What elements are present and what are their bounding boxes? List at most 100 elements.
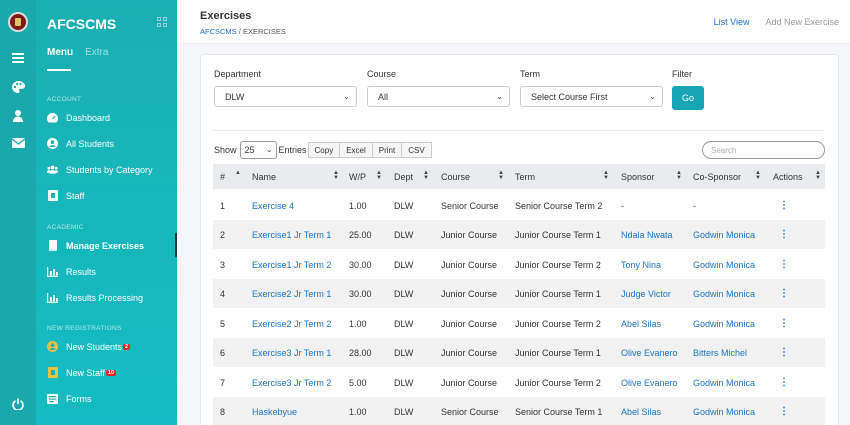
sidebar-item-results[interactable]: Results <box>47 266 96 277</box>
column-header-sponsor[interactable]: Sponsor <box>621 164 655 189</box>
hamburger-menu-icon[interactable] <box>0 48 36 68</box>
section-new-registrations: NEW REGISTRATIONS <box>47 325 122 332</box>
row-actions-menu-icon[interactable]: ⋮ <box>779 259 789 270</box>
cosponsor-link[interactable]: Godwin Monica <box>693 407 755 417</box>
csv-button[interactable]: CSV <box>402 142 432 158</box>
sidebar-item-staff[interactable]: Staff <box>47 190 84 201</box>
term-select[interactable]: Select Course First ⌄ <box>520 86 663 107</box>
breadcrumb-separator: / <box>238 27 241 36</box>
cell-term: Junior Course Term 1 <box>515 347 601 358</box>
sponsor-link[interactable]: Abel Silas <box>621 407 661 417</box>
apps-grid-icon[interactable] <box>157 17 167 27</box>
row-actions-menu-icon[interactable]: ⋮ <box>779 406 789 417</box>
row-actions-menu-icon[interactable]: ⋮ <box>779 347 789 358</box>
cosponsor-link[interactable]: Godwin Monica <box>693 289 755 299</box>
column-header-wp[interactable]: W/P <box>349 164 366 189</box>
active-item-indicator <box>175 233 177 257</box>
sponsor-link[interactable]: Abel Silas <box>621 319 661 329</box>
sidebar-item-label: Forms <box>66 393 92 404</box>
cosponsor-link[interactable]: Godwin Monica <box>693 319 755 329</box>
sort-icon: ▲ ▼ <box>755 170 761 181</box>
sidebar-item-results-processing[interactable]: Results Processing <box>47 292 143 303</box>
cosponsor-link[interactable]: Godwin Monica <box>693 230 755 240</box>
sidebar-item-new-staff[interactable]: New Staff 10 <box>47 367 116 378</box>
excel-button[interactable]: Excel <box>340 142 373 158</box>
row-actions-menu-icon[interactable]: ⋮ <box>779 318 789 329</box>
copy-button[interactable]: Copy <box>307 142 341 158</box>
cell-wp: 25.00 <box>349 229 372 240</box>
cell-wp: 1.00 <box>349 406 367 417</box>
power-icon[interactable] <box>0 394 36 414</box>
column-header-course[interactable]: Course <box>441 164 470 189</box>
department-select[interactable]: DLW ⌄ <box>214 86 357 107</box>
list-view-link[interactable]: List View <box>714 17 750 27</box>
mail-icon[interactable] <box>0 133 36 153</box>
search-input[interactable]: Search <box>702 141 825 159</box>
entries-select[interactable]: 25 ⌄ <box>239 141 277 159</box>
sidebar-item-new-students[interactable]: New Students 2 <box>47 341 131 352</box>
cell-term: Junior Course Term 2 <box>515 318 601 329</box>
sidebar-item-students-by-category[interactable]: Students by Category <box>47 164 153 175</box>
exercise-name-link[interactable]: Exercise1 Jr Term 1 <box>252 230 331 240</box>
breadcrumb-home-link[interactable]: AFCSCMS <box>200 27 237 36</box>
sponsor-link[interactable]: Tony Nina <box>621 260 661 270</box>
print-button[interactable]: Print <box>372 142 403 158</box>
column-header-cosponsor[interactable]: Co-Sponsor <box>693 164 741 189</box>
sidebar-item-all-students[interactable]: All Students <box>47 138 114 149</box>
sidebar-item-label: Students by Category <box>66 164 153 175</box>
sponsor-link[interactable]: Olive Evanero <box>621 378 678 388</box>
cosponsor-link[interactable]: Godwin Monica <box>693 378 755 388</box>
sponsor-link[interactable]: Judge Victor <box>621 289 671 299</box>
cosponsor-link[interactable]: Godwin Monica <box>693 260 755 270</box>
exercise-name-link[interactable]: Haskebyue <box>252 407 297 417</box>
table-row: 8 Haskebyue 1.00 DLW Senior Course Senio… <box>213 397 825 425</box>
new-students-badge: 2 <box>123 344 131 351</box>
column-header-term[interactable]: Term <box>515 164 535 189</box>
add-new-exercise-link[interactable]: Add New Exercise <box>765 17 839 27</box>
palette-icon[interactable] <box>0 77 36 97</box>
exercise-name-link[interactable]: Exercise3 Jr Term 2 <box>252 378 331 388</box>
divider <box>213 130 825 131</box>
sidebar-item-dashboard[interactable]: Dashboard <box>47 112 110 123</box>
breadcrumb: AFCSCMS / EXERCISES <box>200 27 286 36</box>
form-icon <box>47 393 58 404</box>
brand-name[interactable]: AFCSCMS <box>47 16 116 32</box>
column-label: Dept <box>394 171 414 182</box>
department-value: DLW <box>225 91 245 102</box>
id-card-icon <box>47 190 58 201</box>
row-actions-menu-icon[interactable]: ⋮ <box>779 377 789 388</box>
course-label: Course <box>367 69 397 79</box>
exercise-name-link[interactable]: Exercise2 Jr Term 1 <box>252 289 331 299</box>
bar-chart-icon <box>47 266 58 277</box>
tab-extra[interactable]: Extra <box>85 47 108 58</box>
column-header-dept[interactable]: Dept <box>394 164 413 189</box>
tab-menu[interactable]: Menu <box>47 47 73 58</box>
cell-sponsor: - <box>621 200 624 211</box>
user-icon[interactable] <box>0 106 36 126</box>
sidebar-item-forms[interactable]: Forms <box>47 393 92 404</box>
chevron-down-icon: ⌄ <box>649 92 656 101</box>
exercise-name-link[interactable]: Exercise 4 <box>252 201 294 211</box>
exercise-name-link[interactable]: Exercise2 Jr Term 2 <box>252 319 331 329</box>
sidebar-item-manage-exercises[interactable]: Manage Exercises <box>47 240 144 251</box>
column-header-num[interactable]: # ▲ <box>220 164 241 189</box>
new-staff-label: New Staff <box>66 367 105 378</box>
column-label: Name <box>252 171 277 182</box>
column-header-actions[interactable]: Actions <box>773 164 803 189</box>
exercise-name-link[interactable]: Exercise1 Jr Term 2 <box>252 260 331 270</box>
sponsor-link[interactable]: Olive Evanero <box>621 348 678 358</box>
row-actions-menu-icon[interactable]: ⋮ <box>779 200 789 211</box>
exercise-name-link[interactable]: Exercise3 Jr Term 1 <box>252 348 331 358</box>
sponsor-link[interactable]: Ndala Nwata <box>621 230 673 240</box>
row-actions-menu-icon[interactable]: ⋮ <box>779 288 789 299</box>
column-header-name[interactable]: Name <box>252 164 276 189</box>
export-buttons: Copy Excel Print CSV <box>307 142 432 158</box>
table-row: 7 Exercise3 Jr Term 2 5.00 DLW Junior Co… <box>213 368 825 397</box>
cosponsor-link[interactable]: Bitters Michel <box>693 348 747 358</box>
header-actions: List View Add New Exercise <box>714 17 839 27</box>
row-actions-menu-icon[interactable]: ⋮ <box>779 229 789 240</box>
logo-emblem-icon[interactable] <box>8 12 28 32</box>
course-select[interactable]: All ⌄ <box>367 86 510 107</box>
users-icon <box>47 164 58 175</box>
go-button[interactable]: Go <box>672 86 704 110</box>
